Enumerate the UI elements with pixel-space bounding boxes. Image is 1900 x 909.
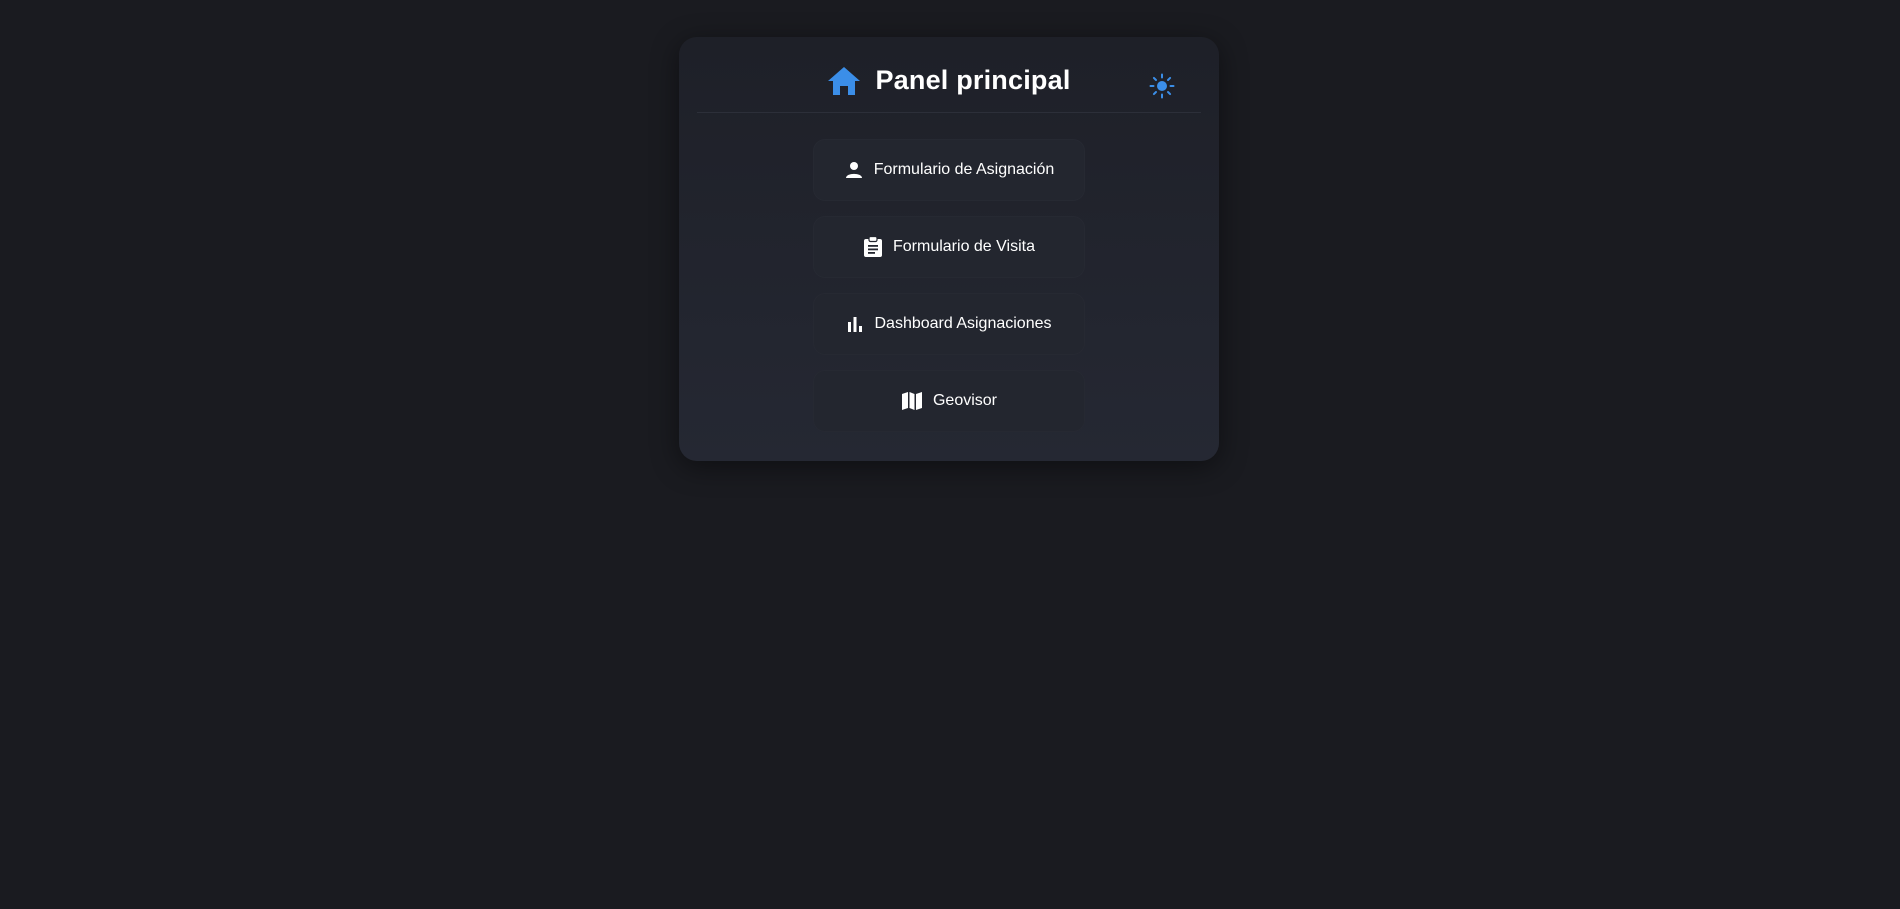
sun-icon — [1149, 73, 1175, 99]
geovisor-button[interactable]: Geovisor — [813, 370, 1085, 432]
theme-toggle-button[interactable] — [1149, 73, 1175, 99]
dashboard-asignaciones-button[interactable]: Dashboard Asignaciones — [813, 293, 1085, 355]
menu-item-label: Formulario de Asignación — [873, 161, 1055, 178]
menu-item-label: Formulario de Visita — [893, 238, 1035, 255]
main-panel-card: Panel principal Formulario de Asignación… — [679, 37, 1219, 461]
menu-item-label: Geovisor — [932, 392, 998, 409]
visita-form-button[interactable]: Formulario de Visita — [813, 216, 1085, 278]
bar-chart-icon — [846, 315, 864, 333]
page-title: Panel principal — [875, 65, 1071, 95]
panel-header: Panel principal — [697, 37, 1201, 113]
asignacion-form-button[interactable]: Formulario de Asignación — [813, 139, 1085, 201]
title-group: Panel principal — [697, 65, 1201, 96]
map-icon — [901, 391, 923, 411]
home-icon — [827, 66, 861, 96]
navigation-menu: Formulario de Asignación Formulario de V… — [813, 139, 1085, 447]
person-icon — [844, 160, 864, 180]
clipboard-icon — [863, 236, 883, 258]
menu-item-label: Dashboard Asignaciones — [874, 315, 1052, 332]
